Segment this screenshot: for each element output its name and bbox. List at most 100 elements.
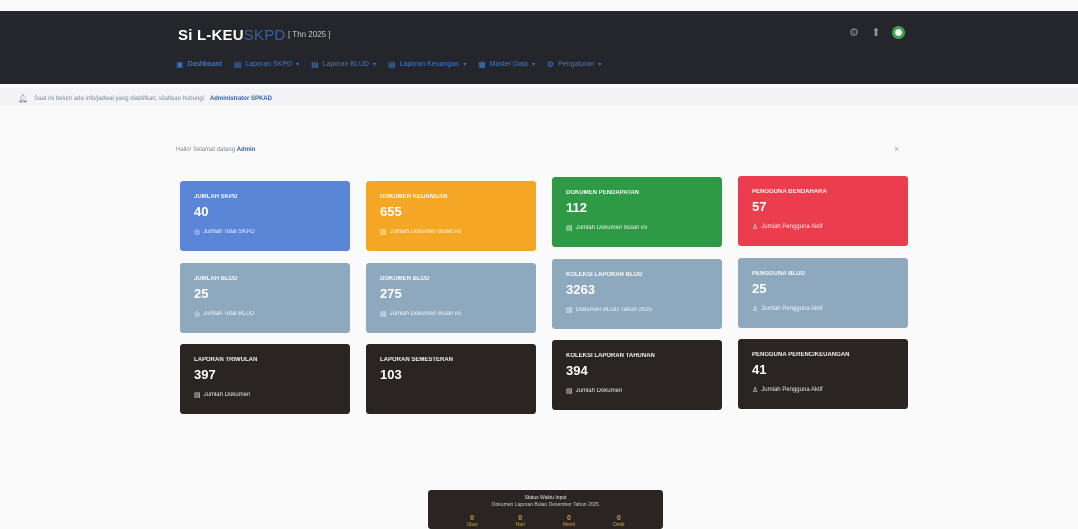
nav-item-pengaturan[interactable]: ⚙ Pengaturan ▾ — [547, 60, 601, 69]
card-subtitle: ▤ Dokumen BLUD Tahun 2025 — [566, 306, 708, 314]
card-value: 275 — [380, 286, 402, 301]
card-subtitle: ◎ Jumlah Total BLUD — [194, 310, 336, 318]
countdown-stat: 0 Menit — [563, 515, 575, 528]
card-title: PENGGUNA BLUD — [752, 271, 805, 277]
card-icon: ▤ — [194, 392, 201, 399]
countdown-stats: 0 Ulasi 0 Hari 0 Menit 0 Detik — [428, 515, 663, 528]
card-value: 57 — [752, 199, 767, 214]
stat-card-dokumen-blud[interactable]: DOKUMEN BLUD 275 ▤ Jumlah Dokumen Bulan ini — [366, 263, 536, 333]
stat-card-dokumen-keuangan[interactable]: DOKUMEN KEUANGAN 655 ▤ Jumlah Dokumen Bulan… — [366, 181, 536, 251]
card-icon: ♙ — [752, 387, 759, 394]
nav-item-master-data[interactable]: ▦ Master Data ▾ — [478, 60, 535, 69]
nav-item-laporan-blud[interactable]: ▤ Laporan BLUD ▾ — [311, 60, 376, 69]
stat-card-laporan-semesteran[interactable]: LAPORAN SEMESTERAN 103 — [366, 344, 536, 414]
nav-label: Laporan SKPD — [245, 61, 293, 68]
nav-icon: ▤ — [387, 60, 396, 69]
chevron-down-icon: ▾ — [531, 62, 535, 68]
stat-card-jumlah-skpd[interactable]: JUMLAH SKPD 40 ◎ Jumlah Total SKPD — [180, 181, 350, 251]
card-title: LAPORAN TRIWULAN — [194, 357, 258, 363]
card-value: 41 — [752, 362, 767, 377]
card-subtitle-text: Jumlah Pengguna Aktif — [761, 224, 823, 230]
countdown-stat: 0 Detik — [613, 515, 624, 528]
nav-icon: ▣ — [176, 60, 184, 69]
main-nav: ▣ Dashboard ▤ Laporan SKPD ▾ ▤ Laporan BLUD ▾ ▤ L… — [176, 60, 601, 69]
bell-icon: 🔔︎ — [18, 94, 29, 103]
card-subtitle: ▤ Jumlah Dokumen Bulan ini — [566, 224, 708, 232]
app-brand[interactable]: Si L-KEUSKPD — [178, 27, 285, 44]
card-title: PENGGUNA BENDAHARA — [752, 189, 827, 195]
card-title: DOKUMEN BLUD — [380, 276, 430, 282]
nav-label: Dashboard — [187, 61, 222, 68]
card-subtitle-text: Jumlah Total SKPD — [203, 229, 255, 235]
card-value: 112 — [566, 200, 587, 215]
countdown-value: 0 — [470, 515, 475, 522]
chevron-down-icon: ▾ — [598, 62, 602, 68]
card-icon: ♙ — [752, 306, 759, 313]
card-icon: ♙ — [752, 224, 759, 231]
stat-card-koleksi-laporan-blud[interactable]: KOLEKSI LAPORAN BLUD 3263 ▤ Dokumen BLUD Ta… — [552, 259, 722, 329]
notice-text: Saat ini belum ada info/jadwal yang diak… — [34, 95, 204, 102]
card-value: 25 — [194, 286, 209, 301]
stat-card-koleksi-laporan-tahunan[interactable]: KOLEKSI LAPORAN TAHUNAN 394 ▤ Jumlah Dokume… — [552, 340, 722, 410]
nav-icon: ▤ — [311, 60, 319, 69]
user-avatar[interactable] — [892, 26, 905, 39]
card-subtitle: ▤ Jumlah Dokumen Bulan ini — [380, 310, 522, 318]
card-subtitle: ▤ Jumlah Dokumen — [566, 387, 708, 395]
chevron-down-icon: ▾ — [296, 62, 300, 68]
countdown-label: Hari — [515, 522, 525, 528]
card-title: JUMLAH BLUD — [194, 276, 238, 282]
gear-icon[interactable]: ⚙ — [848, 27, 860, 39]
card-title: PENGGUNA PERENC/KEUANGAN — [752, 352, 850, 358]
card-subtitle: ▤ Jumlah Dokumen Bulan ini — [380, 228, 522, 236]
countdown-label: Menit — [562, 522, 576, 528]
card-icon: ▤ — [566, 225, 573, 232]
card-subtitle: ♙ Jumlah Pengguna Aktif — [752, 386, 894, 394]
card-subtitle-text: Jumlah Dokumen Bulan ini — [389, 229, 461, 235]
countdown-value: 0 — [518, 515, 523, 522]
card-value: 25 — [752, 281, 767, 296]
brand-main: Si L-KEU — [178, 27, 244, 44]
notice-admin-link[interactable]: Administrator SPKAD — [210, 96, 272, 102]
nav-item-laporan-keuangan[interactable]: ▤ Laporan Keuangan ▾ — [388, 60, 466, 69]
card-title: DOKUMEN PENDAPATAN — [566, 190, 639, 196]
top-navbar: Si L-KEUSKPD [ Thn 2025 ] ⚙ ⬆ ▣ Dashboard… — [0, 11, 1078, 84]
stat-card-dokumen-pendapatan[interactable]: DOKUMEN PENDAPATAN 112 ▤ Jumlah Dokumen Bul… — [552, 177, 722, 247]
card-icon: ▤ — [380, 229, 387, 236]
card-icon: ◎ — [194, 311, 201, 318]
nav-label: Master Data — [489, 61, 528, 68]
nav-item-laporan-skpd[interactable]: ▤ Laporan SKPD ▾ — [234, 60, 299, 69]
chevron-down-icon: ▾ — [463, 62, 467, 68]
greeting-prefix: Hallo! Selamat datang — [176, 147, 236, 153]
popup-subtitle: Dokumen Laporan Bulan Desember Tahun 202… — [491, 502, 600, 508]
nav-item-dashboard[interactable]: ▣ Dashboard — [176, 60, 222, 69]
card-title: KOLEKSI LAPORAN BLUD — [566, 272, 643, 278]
card-icon: ◎ — [194, 229, 201, 236]
card-value: 40 — [194, 204, 209, 219]
countdown-value: 0 — [566, 515, 571, 522]
card-value: 3263 — [566, 282, 595, 297]
stat-cards: JUMLAH SKPD 40 ◎ Jumlah Total SKPD DOKUMEN K… — [180, 176, 912, 416]
stat-card-laporan-triwulan[interactable]: LAPORAN TRIWULAN 397 ▤ Jumlah Dokumen — [180, 344, 350, 414]
stat-card-pengguna-bendahara[interactable]: PENGGUNA BENDAHARA 57 ♙ Jumlah Pengguna Akt… — [738, 176, 908, 246]
close-icon[interactable]: × — [894, 144, 899, 154]
card-icon: ▤ — [380, 311, 387, 318]
countdown-label: Detik — [613, 522, 625, 528]
bell-icon[interactable]: ⬆ — [870, 27, 882, 39]
greeting: Hallo! Selamat datang Admin — [176, 147, 255, 153]
card-subtitle: ◎ Jumlah Total SKPD — [194, 228, 336, 236]
card-subtitle-text: Jumlah Total BLUD — [203, 311, 255, 317]
card-subtitle: ♙ Jumlah Pengguna Aktif — [752, 223, 894, 231]
countdown-stat: 0 Hari — [516, 515, 525, 528]
countdown-stat: 0 Ulasi — [467, 515, 478, 528]
nav-icon: ▦ — [478, 60, 486, 69]
card-value: 394 — [566, 363, 588, 378]
nav-label: Laporan BLUD — [322, 61, 369, 68]
countdown-label: Ulasi — [466, 522, 478, 528]
stat-card-pengguna-blud[interactable]: PENGGUNA BLUD 25 ♙ Jumlah Pengguna Aktif — [738, 258, 908, 328]
stat-card-jumlah-blud[interactable]: JUMLAH BLUD 25 ◎ Jumlah Total BLUD — [180, 263, 350, 333]
card-value: 655 — [380, 204, 402, 219]
card-title: JUMLAH SKPD — [194, 194, 238, 200]
card-subtitle-text: Jumlah Dokumen — [575, 388, 623, 394]
greeting-name: Admin — [236, 147, 256, 153]
stat-card-pengguna-perenc-keuangan[interactable]: PENGGUNA PERENC/KEUANGAN 41 ♙ Jumlah Penggu… — [738, 339, 908, 409]
